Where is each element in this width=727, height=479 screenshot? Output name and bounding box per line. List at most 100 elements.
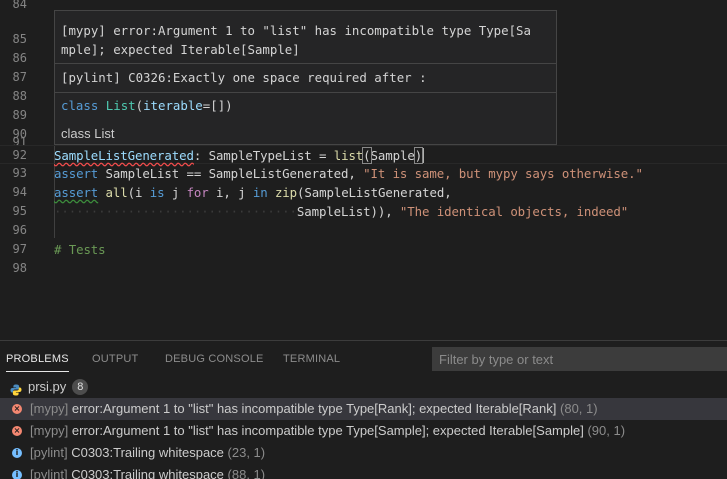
code-token: SampleList == SampleListGenerated, bbox=[98, 166, 364, 181]
tooltip-divider bbox=[55, 92, 556, 93]
tab-debug-console[interactable]: DEBUG CONSOLE bbox=[165, 353, 264, 365]
signature-doc: class List bbox=[61, 126, 115, 141]
problem-text: [pylint] C0303:Trailing whitespace (88, … bbox=[30, 464, 265, 479]
line-number: 96 bbox=[12, 223, 27, 237]
info-icon: i bbox=[12, 470, 22, 479]
text-cursor bbox=[422, 148, 425, 163]
tooltip-divider bbox=[55, 63, 556, 64]
line-number: 85 bbox=[12, 32, 27, 46]
code-token: assert bbox=[54, 185, 99, 200]
problems-filter-input[interactable] bbox=[432, 347, 727, 371]
problems-file-row[interactable]: prsi.py 8 bbox=[0, 376, 727, 398]
signature-name: List bbox=[105, 98, 136, 113]
line-number: 88 bbox=[12, 89, 27, 103]
problem-message: C0303:Trailing whitespace bbox=[71, 467, 224, 479]
file-name: prsi.py bbox=[28, 379, 67, 394]
code-line-98[interactable]: 98 bbox=[0, 259, 727, 278]
signature: class List(iterable=[]) bbox=[55, 96, 556, 115]
code-token: ) bbox=[413, 147, 424, 164]
pylint-warning: [pylint] C0326:Exactly one space require… bbox=[61, 70, 427, 85]
code-token: "It is same, but mypy says otherwise." bbox=[363, 166, 643, 181]
code-token: for bbox=[186, 185, 209, 200]
line-number: 94 bbox=[12, 185, 27, 199]
mypy-error-line-1: [mypy] error:Argument 1 to "list" has in… bbox=[61, 23, 531, 38]
problem-text: [mypy] error:Argument 1 to "list" has in… bbox=[30, 398, 598, 420]
problem-location: (80, 1) bbox=[560, 401, 598, 416]
problem-row[interactable]: × [mypy] error:Argument 1 to "list" has … bbox=[0, 398, 727, 420]
code-token: = bbox=[311, 148, 334, 163]
error-icon: × bbox=[12, 404, 22, 414]
code-token: (i bbox=[127, 185, 150, 200]
code-text: ·································SampleL… bbox=[54, 202, 628, 221]
problem-text: [pylint] C0303:Trailing whitespace (23, … bbox=[30, 442, 265, 464]
problems-file-name: prsi.py 8 bbox=[28, 376, 89, 398]
line-number: 89 bbox=[12, 108, 27, 122]
code-token: j bbox=[164, 185, 187, 200]
code-token: "The identical objects, indeed" bbox=[399, 204, 629, 219]
line-number: 92 bbox=[12, 148, 27, 162]
problem-message: error:Argument 1 to "list" has incompati… bbox=[71, 423, 584, 438]
problem-source: [mypy] bbox=[30, 423, 69, 438]
line-number: 93 bbox=[12, 166, 27, 180]
code-line-96[interactable]: 96 bbox=[0, 221, 727, 240]
code-token: in bbox=[252, 185, 268, 200]
code-token: (SampleListGenerated, bbox=[297, 185, 452, 200]
code-token: all bbox=[105, 185, 128, 200]
code-token: : bbox=[193, 148, 209, 163]
signature-token: ( bbox=[135, 98, 144, 113]
code-editor[interactable]: 84 85 86 87 88 89 90 91 92 SampleListGen… bbox=[0, 0, 727, 340]
problem-source: [pylint] bbox=[30, 445, 68, 460]
problem-count-badge: 8 bbox=[72, 379, 89, 395]
code-token: SampleTypeList bbox=[208, 148, 312, 163]
tab-terminal[interactable]: TERMINAL bbox=[283, 353, 340, 365]
python-file-icon bbox=[10, 381, 22, 396]
line-number: 97 bbox=[12, 242, 27, 256]
problem-row[interactable]: i [pylint] C0303:Trailing whitespace (88… bbox=[0, 464, 727, 479]
problem-row[interactable]: × [mypy] error:Argument 1 to "list" has … bbox=[0, 420, 727, 442]
problem-source: [mypy] bbox=[30, 401, 69, 416]
problem-location: (90, 1) bbox=[587, 423, 626, 438]
line-number: 98 bbox=[12, 261, 27, 275]
problem-text: [mypy] error:Argument 1 to "list" has in… bbox=[30, 420, 625, 442]
signature-token: =[]) bbox=[202, 98, 233, 113]
code-token: SampleListGenerated bbox=[54, 148, 194, 163]
code-line-97[interactable]: 97 # Tests bbox=[0, 240, 727, 259]
problem-message: error:Argument 1 to "list" has incompati… bbox=[71, 401, 557, 416]
line-number: 95 bbox=[12, 204, 27, 218]
code-token: list bbox=[333, 148, 364, 163]
code-text: assert all(i is j for i, j in zip(Sample… bbox=[54, 183, 452, 202]
signature-param: iterable bbox=[143, 98, 203, 113]
code-token: Sample bbox=[370, 148, 415, 163]
code-text: assert SampleList == SampleListGenerated… bbox=[54, 164, 643, 183]
problem-location: (23, 1) bbox=[227, 445, 266, 460]
problem-location: (88, 1) bbox=[227, 467, 266, 479]
signature-keyword: class bbox=[61, 98, 99, 113]
tab-problems[interactable]: PROBLEMS bbox=[6, 353, 69, 372]
problem-source: [pylint] bbox=[30, 467, 68, 479]
code-line-93[interactable]: 93 assert SampleList == SampleListGenera… bbox=[0, 164, 727, 183]
problem-row[interactable]: i [pylint] C0303:Trailing whitespace (23… bbox=[0, 442, 727, 464]
bottom-panel: PROBLEMS OUTPUT DEBUG CONSOLE TERMINAL p… bbox=[0, 340, 727, 479]
code-text: SampleListGenerated: SampleTypeList = li… bbox=[54, 146, 425, 165]
code-token: is bbox=[149, 185, 165, 200]
code-line-92[interactable]: 92 SampleListGenerated: SampleTypeList =… bbox=[0, 145, 727, 164]
whitespace-markers: ································· bbox=[54, 204, 297, 219]
line-number: 84 bbox=[12, 0, 27, 11]
panel-tabs: PROBLEMS OUTPUT DEBUG CONSOLE TERMINAL bbox=[0, 341, 430, 375]
code-token: zip bbox=[274, 185, 298, 200]
info-icon: i bbox=[12, 448, 22, 458]
code-token: i, j bbox=[208, 185, 253, 200]
problem-message: C0303:Trailing whitespace bbox=[71, 445, 224, 460]
code-line-94[interactable]: 94 assert all(i is j for i, j in zip(Sam… bbox=[0, 183, 727, 202]
code-line-95[interactable]: 95 ·································Samp… bbox=[0, 202, 727, 221]
code-token: ( bbox=[362, 147, 372, 164]
mypy-error-line-2: mple]; expected Iterable[Sample] bbox=[61, 42, 300, 57]
line-number: 86 bbox=[12, 51, 27, 65]
tab-output[interactable]: OUTPUT bbox=[92, 353, 138, 365]
error-icon: × bbox=[12, 426, 22, 436]
code-token: assert bbox=[54, 166, 99, 181]
line-number: 87 bbox=[12, 70, 27, 84]
code-comment: # Tests bbox=[54, 242, 106, 257]
